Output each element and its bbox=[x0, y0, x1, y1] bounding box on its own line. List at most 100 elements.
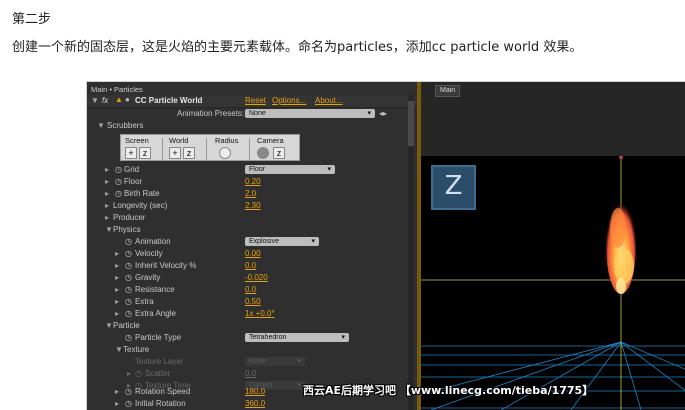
property-row-particle-type: ◷ Particle Type Tetrahedron bbox=[87, 332, 417, 343]
property-label: Particle Type bbox=[135, 333, 182, 342]
stopwatch-icon[interactable]: ◷ bbox=[125, 248, 132, 259]
expand-triangle-icon[interactable]: ▸ bbox=[105, 200, 109, 211]
scrollbar[interactable] bbox=[408, 95, 414, 410]
comp-tab[interactable]: Main bbox=[435, 85, 461, 97]
scrub-group-label: World bbox=[169, 136, 189, 145]
presets-row: Animation Presets: None ◂▸ bbox=[87, 108, 417, 119]
warning-icon: ▲ bbox=[115, 95, 123, 104]
property-label: Inherit Velocity % bbox=[135, 261, 197, 270]
property-label: Extra bbox=[135, 297, 154, 306]
expand-triangle-icon[interactable]: ▼ bbox=[97, 120, 105, 131]
expand-triangle-icon[interactable]: ▸ bbox=[115, 296, 119, 307]
flame-particles bbox=[606, 198, 636, 294]
stopwatch-icon[interactable]: ◷ bbox=[125, 236, 132, 247]
property-value[interactable]: 2.30 bbox=[245, 200, 261, 211]
expand-triangle-icon[interactable]: ▼ bbox=[115, 344, 123, 355]
property-row-texture-layer: Texture Layer None bbox=[87, 356, 417, 367]
options-link[interactable]: Options... bbox=[272, 96, 306, 105]
expand-triangle-icon[interactable]: ▼ bbox=[91, 96, 99, 105]
move-xy-icon[interactable]: + bbox=[125, 147, 137, 159]
expand-triangle-icon[interactable]: ▸ bbox=[105, 188, 109, 199]
expand-triangle-icon[interactable]: ▼ bbox=[105, 224, 113, 235]
property-row-animation: ◷ Animation Explosive bbox=[87, 236, 417, 247]
stopwatch-icon[interactable]: ◷ bbox=[125, 272, 132, 283]
expand-triangle-icon[interactable]: ▸ bbox=[127, 368, 131, 379]
group-row-producer[interactable]: ▸ Producer bbox=[87, 212, 417, 223]
stopwatch-icon[interactable]: ◷ bbox=[115, 176, 122, 187]
stopwatch-icon[interactable]: ◷ bbox=[125, 260, 132, 271]
stopwatch-icon[interactable]: ◷ bbox=[135, 368, 142, 379]
expand-triangle-icon[interactable]: ▸ bbox=[115, 284, 119, 295]
property-value[interactable]: 0.50 bbox=[245, 296, 261, 307]
property-value[interactable]: 1x +0.0° bbox=[245, 308, 275, 319]
property-value[interactable]: 0.0 bbox=[245, 368, 256, 379]
expand-triangle-icon[interactable]: ▸ bbox=[115, 272, 119, 283]
property-value[interactable]: 0.0 bbox=[245, 260, 256, 271]
property-row-birth-rate: ▸ ◷ Birth Rate 2.0 bbox=[87, 188, 417, 199]
property-label: Texture Layer bbox=[135, 357, 184, 366]
z-scrub-icon[interactable]: z bbox=[273, 147, 285, 159]
stopwatch-icon[interactable]: ◷ bbox=[125, 386, 132, 397]
property-row-velocity: ▸ ◷ Velocity 0.00 bbox=[87, 248, 417, 259]
floor-grid bbox=[421, 341, 685, 410]
radius-circle-icon[interactable] bbox=[219, 147, 231, 159]
scrollbar-thumb[interactable] bbox=[408, 101, 414, 146]
expand-triangle-icon[interactable]: ▸ bbox=[105, 164, 109, 175]
property-value[interactable]: 360.0 bbox=[245, 398, 265, 409]
effect-name: CC Particle World bbox=[135, 96, 203, 105]
scrubbers-widget: Screen World Radius Camera + z + z z bbox=[120, 134, 300, 161]
group-row-texture[interactable]: ▼ Texture bbox=[87, 344, 417, 355]
property-label: Scatter bbox=[145, 369, 171, 378]
z-scrub-icon[interactable]: z bbox=[183, 147, 195, 159]
group-row-physics[interactable]: ▼ Physics bbox=[87, 224, 417, 235]
ae-screenshot: Main • Particles ▼ fx ▲ ● CC Particle Wo… bbox=[86, 81, 685, 410]
stopwatch-icon[interactable]: ◷ bbox=[115, 188, 122, 199]
expand-triangle-icon[interactable]: ▸ bbox=[115, 308, 119, 319]
property-dropdown[interactable]: None bbox=[245, 357, 305, 366]
stopwatch-icon[interactable]: ◷ bbox=[115, 164, 122, 175]
expand-triangle-icon[interactable]: ▸ bbox=[105, 176, 109, 187]
effect-controls-panel: Main • Particles ▼ fx ▲ ● CC Particle Wo… bbox=[87, 82, 417, 410]
property-dropdown[interactable]: Explosive bbox=[245, 237, 319, 246]
expand-triangle-icon[interactable]: ▼ bbox=[105, 320, 113, 331]
stopwatch-icon[interactable]: ◷ bbox=[125, 398, 132, 409]
z-scrub-icon[interactable]: z bbox=[139, 147, 151, 159]
group-label: Physics bbox=[113, 225, 141, 234]
doc-heading: 第二步 bbox=[12, 12, 52, 27]
expand-triangle-icon[interactable]: ▸ bbox=[105, 212, 109, 223]
property-row-extra-angle: ▸ ◷ Extra Angle 1x +0.0° bbox=[87, 308, 417, 319]
scrubbers-row[interactable]: ▼ Scrubbers bbox=[87, 120, 417, 131]
property-row-gravity: ▸ ◷ Gravity -0.020 bbox=[87, 272, 417, 283]
camera-orbit-icon[interactable] bbox=[257, 147, 269, 159]
property-dropdown[interactable]: Floor bbox=[245, 165, 335, 174]
presets-dropdown[interactable]: None bbox=[245, 109, 375, 118]
composition-viewer[interactable]: Z bbox=[421, 156, 685, 410]
property-value[interactable]: 0.0 bbox=[245, 284, 256, 295]
property-value[interactable]: -0.020 bbox=[245, 272, 268, 283]
property-row-longevity: ▸ Longevity (sec) 2.30 bbox=[87, 200, 417, 211]
stopwatch-icon[interactable]: ◷ bbox=[125, 332, 132, 343]
property-dropdown[interactable]: Tetrahedron bbox=[245, 333, 349, 342]
property-value[interactable]: 0.20 bbox=[245, 176, 261, 187]
property-value[interactable]: 180.0 bbox=[245, 386, 265, 397]
property-value[interactable]: 2.0 bbox=[245, 188, 256, 199]
camera-z-icon[interactable]: Z bbox=[431, 165, 476, 210]
about-link[interactable]: About... bbox=[315, 96, 343, 105]
stopwatch-icon[interactable]: ◷ bbox=[125, 296, 132, 307]
property-row-grid: ▸ ◷ Grid Floor bbox=[87, 164, 417, 175]
preset-nav-icon[interactable]: ◂▸ bbox=[379, 108, 387, 119]
expand-triangle-icon[interactable]: ▸ bbox=[115, 398, 119, 409]
expand-triangle-icon[interactable]: ▸ bbox=[115, 386, 119, 397]
stopwatch-icon[interactable]: ◷ bbox=[125, 308, 132, 319]
fx-icon[interactable]: fx bbox=[102, 96, 108, 105]
expand-triangle-icon[interactable]: ▸ bbox=[115, 260, 119, 271]
emitter-marker bbox=[619, 156, 623, 159]
property-row-extra: ▸ ◷ Extra 0.50 bbox=[87, 296, 417, 307]
stopwatch-icon[interactable]: ◷ bbox=[125, 284, 132, 295]
reset-link[interactable]: Reset bbox=[245, 96, 266, 105]
move-xy-icon[interactable]: + bbox=[169, 147, 181, 159]
property-value[interactable]: 0.00 bbox=[245, 248, 261, 259]
panel-tab[interactable]: Main • Particles bbox=[91, 85, 143, 94]
group-row-particle[interactable]: ▼ Particle bbox=[87, 320, 417, 331]
expand-triangle-icon[interactable]: ▸ bbox=[115, 248, 119, 259]
